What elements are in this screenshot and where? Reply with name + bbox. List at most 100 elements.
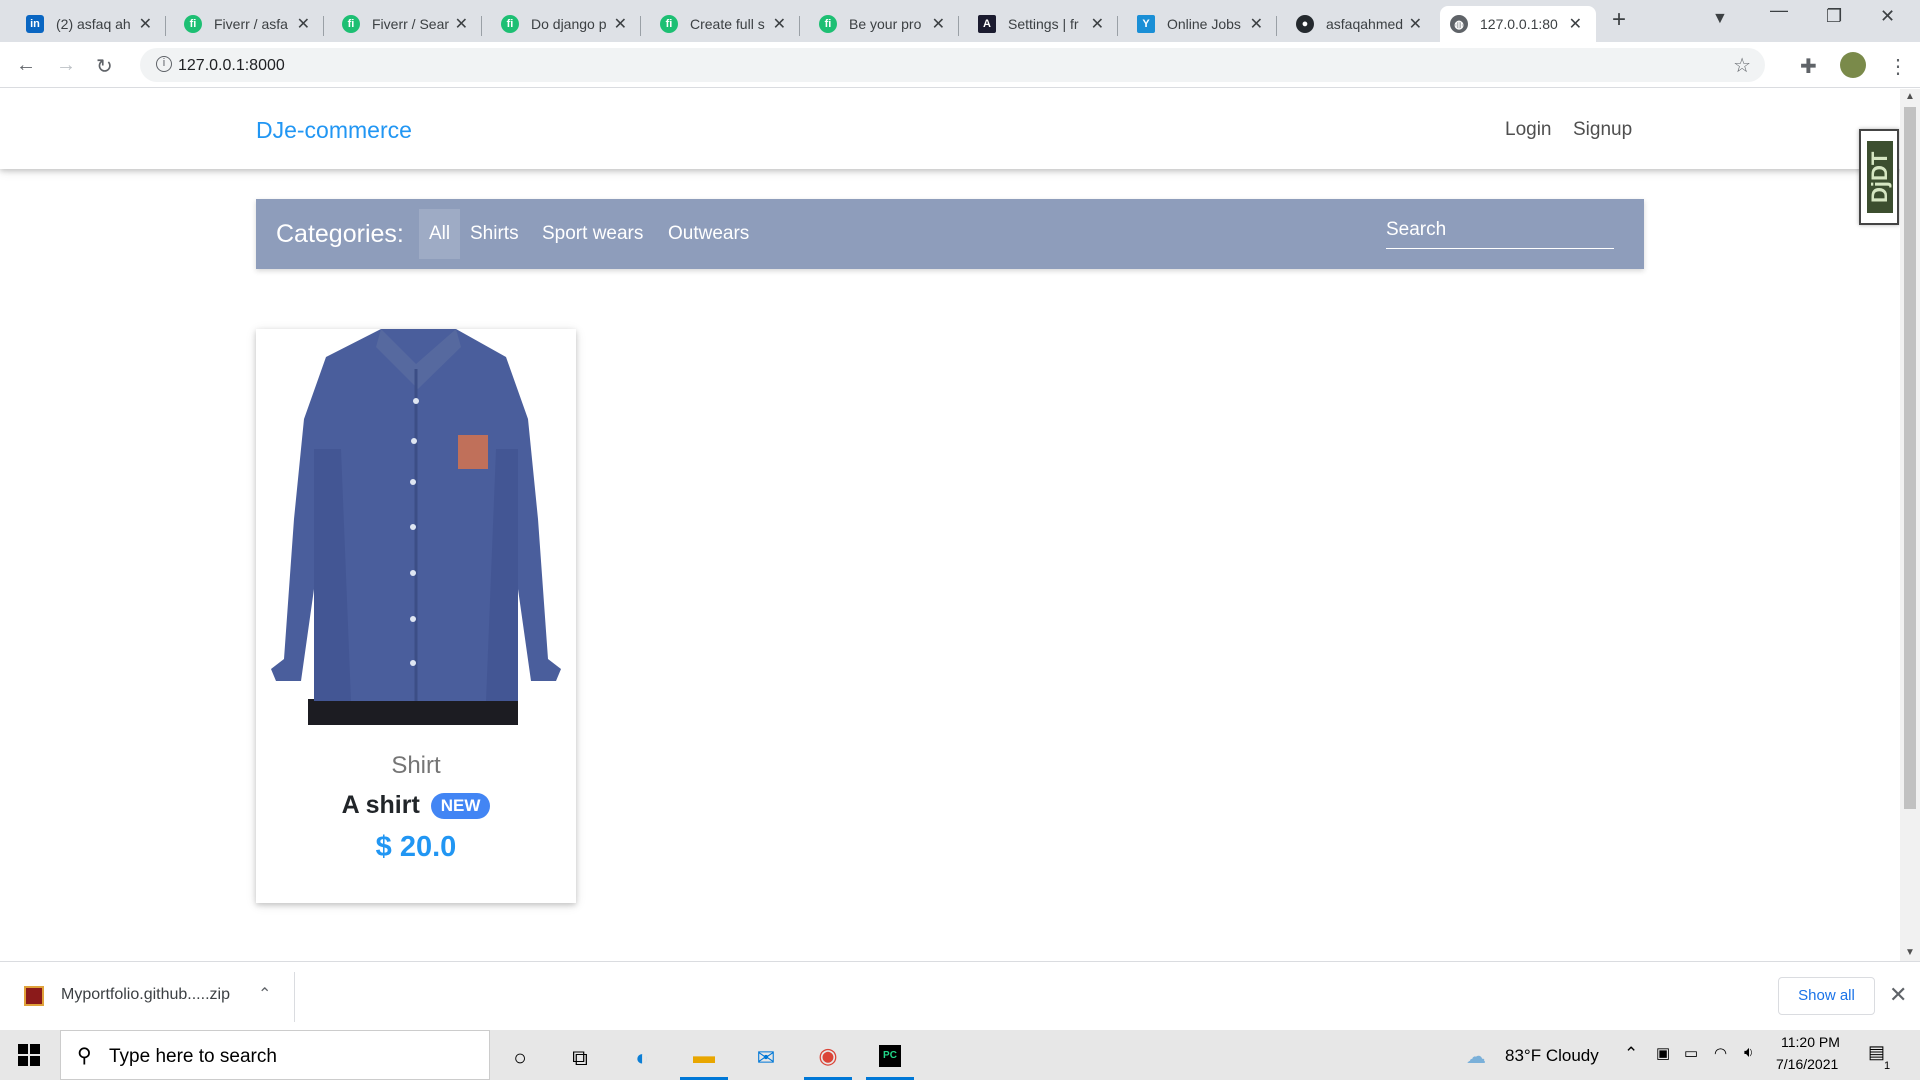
notification-count: 1 (1884, 1060, 1891, 1072)
product-name[interactable]: A shirt (342, 791, 420, 819)
browser-tab[interactable]: fi Fiverr / Sear ✕ (332, 6, 482, 42)
clock-time[interactable]: 11:20 PM (1781, 1034, 1840, 1050)
notification-icon[interactable]: ▤ (1868, 1042, 1885, 1063)
fiverr-icon: fi (660, 15, 678, 33)
search-input[interactable]: Search (1386, 215, 1614, 249)
browser-tab[interactable]: fi Create full s ✕ (650, 6, 800, 42)
close-icon[interactable]: ✕ (1889, 982, 1907, 1008)
edge-icon[interactable]: ◐ (618, 1035, 666, 1080)
site-info-icon[interactable]: i (156, 56, 172, 72)
battery-icon[interactable]: ▭ (1684, 1044, 1698, 1062)
category-sport-wears[interactable]: Sport wears (532, 209, 653, 259)
tray-chevron-up-icon[interactable]: ⌃ (1624, 1044, 1638, 1064)
tray-app-icon[interactable]: ▣ (1656, 1044, 1670, 1062)
categories-bar: Categories: All Shirts Sport wears Outwe… (256, 199, 1644, 269)
browser-tab[interactable]: ● asfaqahmed ✕ (1286, 6, 1436, 42)
site-brand-link[interactable]: DJe-commerce (256, 117, 412, 144)
close-tab-icon[interactable]: ✕ (1091, 14, 1104, 34)
close-tab-icon[interactable]: ✕ (932, 14, 945, 34)
signup-link[interactable]: Signup (1573, 119, 1632, 141)
category-shirts[interactable]: Shirts (460, 209, 529, 259)
linkedin-icon: in (26, 15, 44, 33)
close-window-button[interactable]: ✕ (1880, 6, 1895, 27)
browser-tab[interactable]: Y Online Jobs ✕ (1127, 6, 1277, 42)
categories-title: Categories: (276, 220, 404, 248)
back-arrow-icon[interactable]: ← (16, 54, 36, 77)
globe-icon: ◍ (1450, 15, 1468, 33)
category-all[interactable]: All (419, 209, 461, 259)
close-tab-icon[interactable]: ✕ (1409, 14, 1422, 34)
scroll-up-arrow[interactable]: ▲ (1905, 91, 1915, 102)
download-file-name[interactable]: Myportfolio.github.....zip (61, 986, 230, 1004)
extensions-puzzle-icon[interactable]: ✚ (1800, 54, 1817, 79)
site-navbar: DJe-commerce Login Signup (0, 89, 1900, 169)
minimize-button[interactable]: — (1770, 0, 1788, 21)
windows-taskbar: ⚲ Type here to search ○ ⧉ ◐ ▬ ✉ ◉ PC ☁ 8… (0, 1030, 1920, 1080)
github-icon: ● (1296, 15, 1314, 33)
weather-text[interactable]: 83°F Cloudy (1505, 1046, 1599, 1066)
windows-start-icon[interactable] (18, 1044, 40, 1066)
fiverr-icon: fi (501, 15, 519, 33)
new-tab-button[interactable]: + (1612, 6, 1626, 34)
bookmark-star-icon[interactable]: ☆ (1733, 53, 1751, 78)
tab-search-icon[interactable]: ▼ (1712, 10, 1728, 28)
speaker-icon[interactable]: 🔉︎ (1744, 1044, 1753, 1061)
fiverr-icon: fi (184, 15, 202, 33)
new-badge: NEW (430, 793, 491, 820)
task-view-icon[interactable]: ⧉ (556, 1035, 604, 1080)
download-bar: Myportfolio.github.....zip ⌃ Show all ✕ (0, 961, 1920, 1030)
close-tab-icon[interactable]: ✕ (455, 14, 468, 34)
scrollbar-thumb[interactable] (1904, 107, 1916, 809)
close-tab-icon[interactable]: ✕ (1250, 14, 1263, 34)
close-tab-icon[interactable]: ✕ (1569, 14, 1582, 34)
forward-arrow-icon[interactable]: → (56, 54, 76, 77)
fiverr-icon: fi (819, 15, 837, 33)
profile-avatar[interactable] (1840, 52, 1866, 78)
reload-icon[interactable]: ↻ (96, 54, 113, 79)
taskbar-search-placeholder: Type here to search (109, 1046, 277, 1067)
djdt-label: DjDT (1867, 141, 1893, 213)
show-all-button[interactable]: Show all (1778, 977, 1875, 1015)
product-image[interactable] (256, 329, 576, 725)
login-link[interactable]: Login (1505, 119, 1552, 141)
browser-tab[interactable]: fi Fiverr / asfa ✕ (174, 6, 324, 42)
browser-tab[interactable]: fi Do django p ✕ (491, 6, 641, 42)
category-outwears[interactable]: Outwears (658, 209, 759, 259)
chrome-icon[interactable]: ◉ (804, 1035, 852, 1080)
wifi-icon[interactable]: ◠ (1714, 1044, 1727, 1062)
browser-menu-icon[interactable]: ⋮ (1888, 54, 1908, 79)
browser-tab[interactable]: in (2) asfaq ah ✕ (16, 6, 166, 42)
browser-tab-active[interactable]: ◍ 127.0.0.1:80 ✕ (1440, 6, 1596, 42)
search-icon: ⚲ (77, 1045, 92, 1067)
web-page: DJe-commerce Login Signup Categories: Al… (0, 89, 1900, 961)
shirt-image (256, 329, 576, 725)
fiverr-icon: fi (342, 15, 360, 33)
upwork-y-icon: Y (1137, 15, 1155, 33)
close-tab-icon[interactable]: ✕ (139, 14, 152, 34)
product-title-row: A shirt NEW (256, 791, 576, 820)
scroll-down-arrow[interactable]: ▼ (1905, 947, 1915, 958)
django-debug-toolbar-handle[interactable]: DjDT (1859, 129, 1899, 225)
close-tab-icon[interactable]: ✕ (297, 14, 310, 34)
page-scrollbar[interactable]: ▲ ▼ (1900, 89, 1920, 961)
weather-cloud-icon: ☁ (1466, 1046, 1486, 1068)
close-tab-icon[interactable]: ✕ (773, 14, 786, 34)
zip-file-icon (24, 986, 44, 1006)
restore-button[interactable]: ❐ (1826, 6, 1842, 27)
address-bar[interactable]: i 127.0.0.1:8000 ☆ (140, 48, 1765, 82)
cortana-icon[interactable]: ○ (496, 1035, 544, 1080)
product-card[interactable]: Shirt A shirt NEW $ 20.0 (256, 329, 576, 903)
file-explorer-icon[interactable]: ▬ (680, 1035, 728, 1080)
mail-icon[interactable]: ✉ (742, 1035, 790, 1080)
browser-tab[interactable]: A Settings | fr ✕ (968, 6, 1118, 42)
product-price: $ 20.0 (375, 831, 457, 863)
browser-tab[interactable]: fi Be your pro ✕ (809, 6, 959, 42)
url-text[interactable]: 127.0.0.1:8000 (178, 57, 285, 75)
clock-date[interactable]: 7/16/2021 (1776, 1056, 1838, 1072)
taskbar-search-box[interactable]: ⚲ Type here to search (60, 1030, 490, 1080)
browser-toolbar: ← → ↻ i 127.0.0.1:8000 ☆ ✚ ⋮ (0, 42, 1920, 88)
close-tab-icon[interactable]: ✕ (614, 14, 627, 34)
product-category: Shirt (391, 752, 441, 779)
pycharm-icon[interactable]: PC (866, 1035, 914, 1080)
chevron-up-icon[interactable]: ⌃ (258, 984, 271, 1004)
